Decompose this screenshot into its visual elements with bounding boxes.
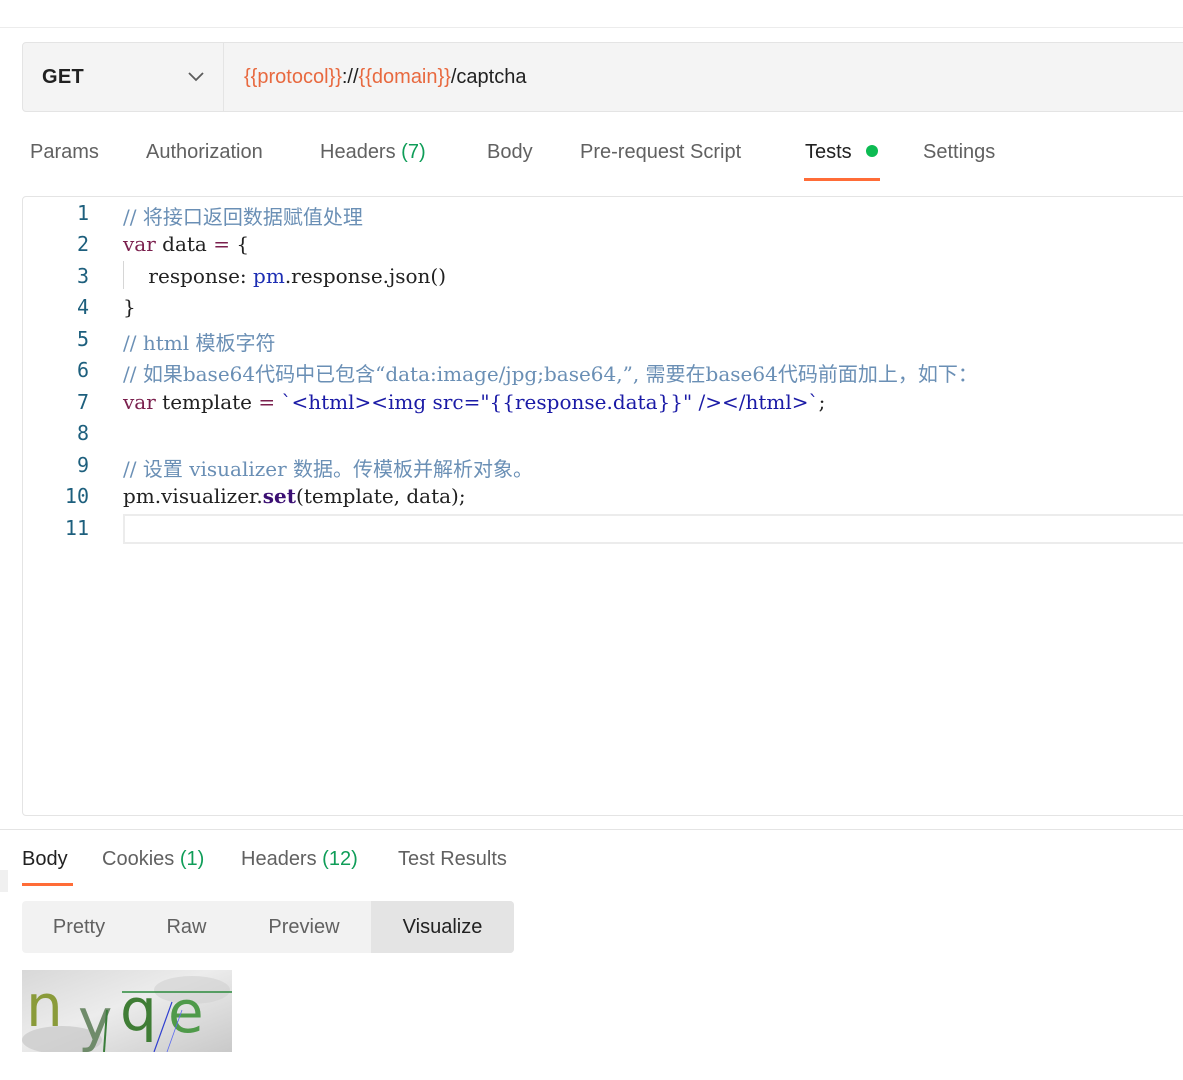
view-mode-pretty[interactable]: Pretty [22, 901, 136, 953]
tab-label: Body [22, 848, 68, 870]
tab-params[interactable]: Params [30, 141, 99, 164]
code-line-10: pm.visualizer.set(template, data); [123, 484, 466, 508]
active-response-tab-indicator [22, 883, 73, 886]
member-access: pm.visualizer. [123, 484, 263, 508]
keyword: var [123, 390, 156, 414]
tab-label: Tests [805, 141, 852, 163]
active-tab-indicator [804, 178, 880, 181]
method-label: GET [42, 65, 85, 88]
punctuation: ; [818, 390, 826, 414]
chevron-down-icon [187, 68, 205, 86]
url-input[interactable]: {{protocol}} :// {{domain}} /captcha [224, 43, 1183, 111]
object: pm [253, 264, 285, 288]
url-protocol-variable[interactable]: {{protocol}} [244, 66, 342, 89]
line-number: 7 [76, 390, 89, 414]
tab-authorization[interactable]: Authorization [146, 141, 263, 164]
tests-status-dot [866, 145, 879, 157]
template-string: `<html><img src="{{response.data}}" /></… [275, 390, 819, 414]
code-line-5: // html 模板字符 [123, 331, 276, 355]
line-number: 9 [76, 453, 89, 477]
code-line-7: var template = `<html><img src="{{respon… [123, 390, 825, 414]
line-number: 5 [76, 327, 89, 351]
captcha-glyph-q: q [120, 976, 157, 1044]
tab-label: Headers [320, 141, 396, 163]
top-divider [0, 0, 1183, 28]
response-tab-cookies[interactable]: Cookies (1) [102, 848, 204, 871]
keyword: var [123, 232, 156, 256]
line-number: 6 [76, 358, 89, 382]
line-number: 10 [64, 484, 89, 508]
request-tabs: Params Authorization Headers (7) Body Pr… [0, 125, 1183, 185]
cookies-count: (1) [179, 848, 205, 870]
headers-count: (12) [322, 848, 358, 870]
code-line-9: // 设置 visualizer 数据。传模板并解析对象。 [123, 457, 534, 481]
line-number: 1 [76, 201, 89, 225]
code-line-3: response: pm.response.json() [123, 264, 446, 288]
member-access: .response.json() [284, 264, 447, 288]
url-domain-variable[interactable]: {{domain}} [359, 66, 451, 89]
code-line-2: var data = { [123, 232, 249, 256]
tab-settings[interactable]: Settings [923, 141, 995, 164]
view-mode-preview[interactable]: Preview [237, 901, 371, 953]
operator: = [213, 232, 230, 256]
captcha-image: n y q e [22, 970, 232, 1052]
tab-label: Test Results [398, 848, 507, 870]
identifier: data [155, 232, 214, 256]
operator: = [258, 390, 276, 414]
response-divider [0, 829, 1183, 830]
url-separator: :// [341, 65, 359, 88]
identifier: template [155, 390, 259, 414]
response-tab-body[interactable]: Body [22, 848, 68, 871]
view-mode-raw[interactable]: Raw [136, 901, 237, 953]
line-number: 4 [76, 295, 89, 319]
view-mode-selector: Pretty Raw Preview Visualize [22, 901, 514, 953]
tab-pre-request-script[interactable]: Pre-request Script [580, 141, 741, 164]
arguments: (template, data); [296, 484, 466, 508]
line-number: 11 [64, 516, 89, 540]
line-number: 2 [76, 232, 89, 256]
tab-body[interactable]: Body [487, 141, 533, 164]
tab-label: Cookies [102, 848, 175, 870]
current-line-highlight [123, 514, 1183, 544]
captcha-glyph-n: n [26, 972, 63, 1040]
resize-handle[interactable] [0, 870, 8, 892]
url-path: /captcha [450, 65, 527, 88]
tab-headers[interactable]: Headers (7) [320, 141, 426, 164]
line-number: 8 [76, 421, 89, 445]
request-url-bar: GET {{protocol}} :// {{domain}} /captcha [22, 42, 1183, 112]
response-tab-headers[interactable]: Headers (12) [241, 848, 358, 871]
method-name: set [262, 484, 297, 508]
tab-label: Authorization [146, 141, 263, 163]
tab-label: Headers [241, 848, 317, 870]
punctuation: : [239, 264, 254, 288]
code-line-6: // 如果base64代码中已包含“data:image/jpg;base64,… [123, 362, 978, 386]
captcha-glyph-e: e [168, 978, 204, 1046]
line-number: 3 [76, 264, 89, 288]
tab-label: Params [30, 141, 99, 163]
tab-label: Pre-request Script [580, 141, 742, 163]
method-select[interactable]: GET [23, 43, 224, 111]
response-tab-test-results[interactable]: Test Results [398, 848, 507, 871]
code-line-4: } [123, 295, 136, 319]
property: response [123, 264, 240, 288]
headers-count: (7) [401, 141, 426, 163]
tab-label: Settings [923, 141, 996, 163]
tab-tests[interactable]: Tests [805, 141, 879, 164]
tests-code-editor[interactable]: 1 2 3 4 5 6 7 8 9 10 11 // 将接口返回数据赋值处理 v… [22, 196, 1183, 816]
code-line-1: // 将接口返回数据赋值处理 [123, 205, 363, 229]
punctuation: { [229, 232, 250, 256]
tab-label: Body [487, 141, 533, 163]
view-mode-visualize[interactable]: Visualize [371, 901, 514, 953]
